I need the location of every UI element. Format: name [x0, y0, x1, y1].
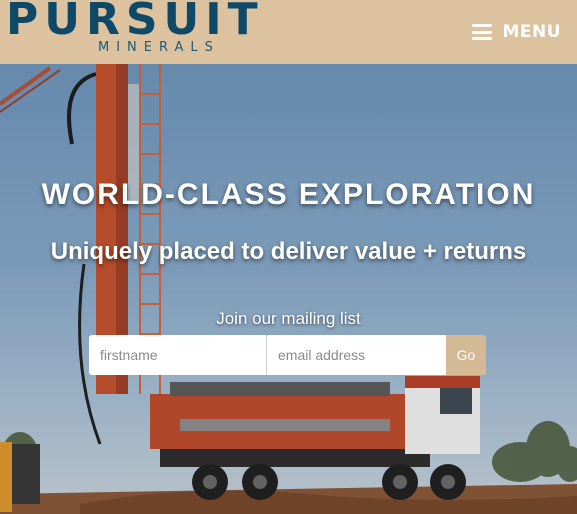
- mailing-list-form: Go: [89, 335, 486, 375]
- hamburger-icon: [472, 24, 493, 40]
- mailing-list-label: Join our mailing list: [216, 309, 361, 328]
- firstname-input[interactable]: [89, 335, 267, 375]
- hero-headline: WORLD-CLASS EXPLORATION: [41, 178, 536, 211]
- pursuit-minerals-logo[interactable]: PURSUIT MINERALS: [6, 0, 296, 58]
- logo-subtitle: MINERALS: [98, 40, 220, 55]
- menu-label: MENU: [502, 22, 561, 42]
- logo-wordmark: PURSUIT: [6, 0, 264, 45]
- hero-section: WORLD-CLASS EXPLORATION Uniquely placed …: [0, 64, 577, 514]
- menu-button[interactable]: MENU: [472, 17, 561, 47]
- hero-subheadline: Uniquely placed to deliver value + retur…: [50, 238, 527, 265]
- email-input[interactable]: [267, 335, 446, 375]
- site-header: PURSUIT MINERALS MENU: [0, 0, 577, 64]
- go-button[interactable]: Go: [446, 335, 486, 375]
